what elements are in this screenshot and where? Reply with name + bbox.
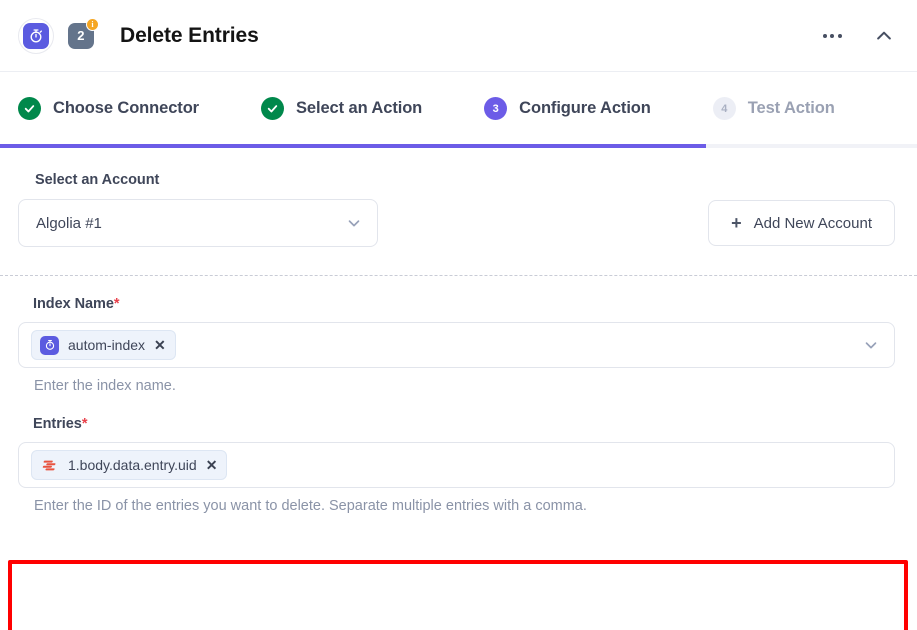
stopwatch-icon (23, 22, 49, 49)
entries-chip[interactable]: 1.body.data.entry.uid ✕ (31, 450, 228, 480)
required-asterisk: * (113, 296, 120, 312)
step-tabs: Choose Connector Select an Action 3 Conf… (0, 72, 917, 145)
add-new-account-label: Add New Account (753, 214, 872, 232)
account-label: Select an Account (35, 172, 160, 188)
plus-icon: + (731, 213, 742, 233)
stopwatch-icon (40, 335, 59, 355)
more-options-icon[interactable] (819, 23, 845, 49)
close-icon[interactable]: ✕ (206, 458, 218, 472)
index-name-chip[interactable]: autom-index ✕ (31, 330, 176, 360)
entries-label: Entries* (33, 416, 895, 432)
tab-select-an-action[interactable]: Select an Action (261, 97, 422, 120)
index-name-help-text: Enter the index name. (34, 378, 176, 394)
required-asterisk: * (81, 416, 88, 432)
index-name-field: Index Name* autom-index ✕ Enter the inde… (0, 276, 917, 394)
delete-entries-panel: 2 i Delete Entries Choose Connector Sele… (0, 0, 917, 630)
tab-test-action[interactable]: 4 Test Action (712, 97, 835, 120)
account-select-group: Select an Account Algolia #1 (18, 148, 378, 247)
panel-header: 2 i Delete Entries (0, 0, 917, 72)
account-section: Select an Account Algolia #1 + Add New A… (0, 148, 917, 247)
tab-choose-connector[interactable]: Choose Connector (18, 97, 199, 120)
tab-label: Choose Connector (53, 99, 199, 117)
entries-field: Entries* 1.body.data.entry.uid ✕ Enter t… (0, 394, 917, 514)
tab-status-number: 4 (712, 97, 736, 120)
add-new-account-button[interactable]: + Add New Account (708, 200, 895, 246)
index-name-input[interactable]: autom-index ✕ (18, 322, 895, 368)
chevron-up-icon[interactable] (871, 23, 897, 49)
app-logo (18, 17, 54, 54)
account-select[interactable]: Algolia #1 (18, 199, 378, 247)
header-actions (819, 23, 897, 49)
chevron-down-icon[interactable] (862, 336, 880, 354)
index-name-chip-label: autom-index (68, 337, 146, 353)
info-badge-icon: i (86, 17, 99, 31)
contentstack-logo-icon (40, 456, 59, 475)
tab-status-icon-done (261, 97, 284, 120)
tab-label: Configure Action (519, 99, 651, 117)
close-icon[interactable]: ✕ (154, 338, 166, 352)
page-title: Delete Entries (120, 23, 259, 47)
highlight-annotation (8, 560, 908, 630)
entries-chip-label: 1.body.data.entry.uid (68, 457, 197, 473)
tab-status-icon-done (18, 97, 41, 120)
tab-label: Test Action (747, 99, 835, 117)
configure-action-form: Select an Account Algolia #1 + Add New A… (0, 148, 917, 630)
tab-label: Select an Action (296, 99, 423, 117)
step-count-badge-wrap: 2 i (68, 17, 99, 49)
entries-help-text: Enter the ID of the entries you want to … (34, 498, 587, 514)
entries-input[interactable]: 1.body.data.entry.uid ✕ (18, 442, 895, 488)
tab-status-number: 3 (484, 97, 508, 120)
entries-label-text: Entries (33, 416, 82, 432)
chevron-down-icon (345, 214, 363, 232)
tab-configure-action[interactable]: 3 Configure Action (484, 97, 651, 120)
index-name-label: Index Name* (33, 296, 895, 312)
index-name-label-text: Index Name (33, 296, 114, 312)
account-select-value: Algolia #1 (36, 214, 102, 232)
